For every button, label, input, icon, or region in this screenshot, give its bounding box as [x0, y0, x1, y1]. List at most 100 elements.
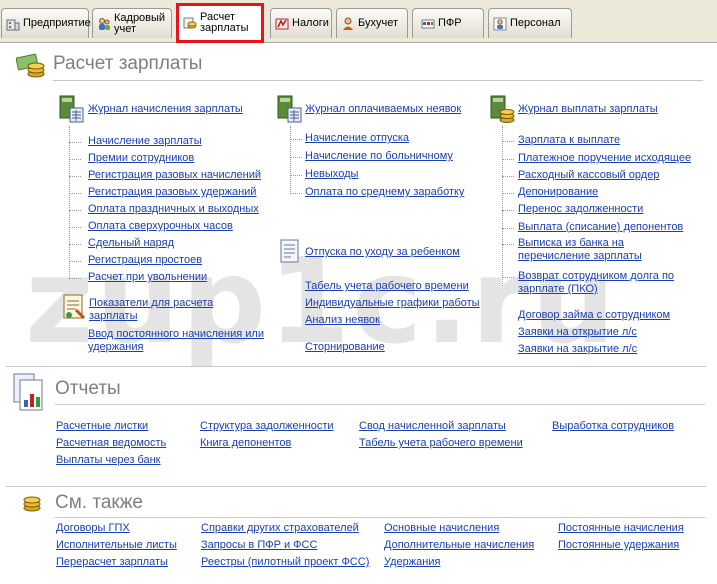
- see-also-link[interactable]: Основные начисления: [384, 522, 499, 535]
- tree-connector: [290, 193, 302, 194]
- tree-connector: [69, 176, 81, 177]
- payroll-section-heading: Расчет зарплаты: [53, 53, 203, 74]
- payment-item-link[interactable]: Зарплата к выплате: [518, 134, 620, 147]
- absence-item-link[interactable]: Невыходы: [305, 168, 358, 181]
- tree-connector: [502, 126, 503, 286]
- tree-connector: [290, 126, 291, 192]
- accrual-item-link[interactable]: Оплата праздничных и выходных: [88, 203, 259, 216]
- accrual-item-link[interactable]: Регистрация простоев: [88, 254, 202, 267]
- tab-enterprise[interactable]: Предприятие: [1, 8, 91, 38]
- tab-hr[interactable]: Кадровый учет: [92, 8, 172, 38]
- timesheet-item-link[interactable]: Табель учета рабочего времени: [305, 280, 469, 293]
- accountant-icon: [343, 17, 353, 30]
- pfr-icon: [421, 19, 435, 28]
- report-link[interactable]: Расчетная ведомость: [56, 437, 166, 450]
- section-tab-bar: Предприятие Кадровый учет Расчет зарплат…: [0, 0, 717, 43]
- tab-accounting[interactable]: Бухучет: [336, 8, 408, 38]
- accrual-item-link[interactable]: Премии сотрудников: [88, 152, 194, 165]
- tree-connector: [69, 193, 81, 194]
- report-link[interactable]: Структура задолженности: [200, 420, 334, 433]
- payment-item-link[interactable]: Выписка из банка на перечисление зарплат…: [518, 237, 698, 263]
- money-coins-icon: [16, 53, 45, 78]
- tree-connector: [69, 159, 81, 160]
- tree-connector: [69, 210, 81, 211]
- reports-divider: [55, 404, 705, 405]
- reports-top-divider: [6, 366, 706, 367]
- absence-item-link[interactable]: Начисление по больничному: [305, 150, 453, 163]
- tree-connector: [69, 278, 81, 279]
- see-also-section-heading: См. также: [55, 492, 143, 513]
- coins-icon: [183, 17, 197, 29]
- tab-taxes[interactable]: Налоги: [270, 8, 332, 38]
- report-link[interactable]: Свод начисленной зарплаты: [359, 420, 506, 433]
- personnel-icon: [493, 17, 507, 30]
- accrual-item-link[interactable]: Сдельный наряд: [88, 237, 174, 250]
- timesheet-item-link[interactable]: Анализ неявок: [305, 314, 380, 327]
- tree-connector: [69, 227, 81, 228]
- see-also-link[interactable]: Постоянные удержания: [558, 539, 679, 552]
- tree-connector: [502, 210, 514, 211]
- payment-item-link[interactable]: Выплата (списание) депонентов: [518, 221, 683, 234]
- absence-item-link[interactable]: Начисление отпуска: [305, 132, 409, 145]
- see-also-link[interactable]: Перерасчет зарплаты: [56, 556, 168, 569]
- storno-link[interactable]: Сторнирование: [305, 341, 385, 354]
- tree-connector: [290, 157, 302, 158]
- tree-connector: [502, 277, 514, 278]
- tree-connector: [290, 139, 302, 140]
- tree-connector: [69, 142, 81, 143]
- tree-connector: [502, 228, 514, 229]
- tree-connector: [502, 141, 514, 142]
- see-also-top-divider: [6, 486, 706, 487]
- reports-icon: [13, 373, 43, 411]
- accrual-item-link[interactable]: Начисление зарплаты: [88, 135, 202, 148]
- tree-connector: [69, 261, 81, 262]
- timesheet-item-link[interactable]: Индивидуальные графики работы: [305, 297, 480, 310]
- tab-pfr[interactable]: ПФР: [412, 8, 484, 38]
- payment-item-link[interactable]: Платежное поручение исходящее: [518, 152, 691, 165]
- report-link[interactable]: Табель учета рабочего времени: [359, 437, 523, 450]
- accrual-item-link[interactable]: Регистрация разовых удержаний: [88, 186, 256, 199]
- accrual-item-link[interactable]: Регистрация разовых начислений: [88, 169, 261, 182]
- payment-item-link[interactable]: Перенос задолженности: [518, 203, 643, 216]
- tree-connector: [502, 159, 514, 160]
- see-also-link[interactable]: Реестры (пилотный проект ФСС): [201, 556, 369, 569]
- salary-payment-journal-link[interactable]: Журнал выплаты зарплаты: [518, 103, 658, 116]
- tree-connector: [290, 175, 302, 176]
- report-link[interactable]: Книга депонентов: [200, 437, 291, 450]
- see-also-link[interactable]: Удержания: [384, 556, 440, 569]
- see-also-link[interactable]: Исполнительные листы: [56, 539, 177, 552]
- payroll-accrual-journal-link[interactable]: Журнал начисления зарплаты: [88, 103, 243, 116]
- indicators-document-icon: [63, 294, 86, 320]
- tree-connector: [69, 244, 81, 245]
- payment-item-link[interactable]: Расходный кассовый ордер: [518, 169, 659, 182]
- accrual-item-link[interactable]: Оплата сверхурочных часов: [88, 220, 233, 233]
- payment-item-link[interactable]: Депонирование: [518, 186, 598, 199]
- childcare-leave-link[interactable]: Отпуска по уходу за ребенком: [305, 246, 460, 259]
- loan-item-link[interactable]: Договор займа с сотрудником: [518, 309, 670, 322]
- tree-connector: [69, 126, 70, 278]
- paid-absences-journal-link[interactable]: Журнал оплачиваемых неявок: [305, 103, 461, 116]
- tree-connector: [502, 176, 514, 177]
- report-link[interactable]: Выработка сотрудников: [552, 420, 674, 433]
- absence-item-link[interactable]: Оплата по среднему заработку: [305, 186, 464, 199]
- see-also-divider: [55, 517, 705, 518]
- report-link[interactable]: Выплаты через банк: [56, 454, 161, 467]
- loan-item-link[interactable]: Заявки на открытие л/с: [518, 326, 637, 339]
- reports-section-heading: Отчеты: [55, 378, 121, 399]
- loan-item-link[interactable]: Заявки на закрытие л/с: [518, 343, 637, 356]
- report-link[interactable]: Расчетные листки: [56, 420, 148, 433]
- payroll-indicators-link[interactable]: Показатели для расчета зарплаты: [89, 297, 239, 323]
- see-also-link[interactable]: Запросы в ПФР и ФСС: [201, 539, 317, 552]
- see-also-link[interactable]: Справки других страхователей: [201, 522, 359, 535]
- tab-personnel[interactable]: Персонал: [488, 8, 572, 38]
- see-also-link[interactable]: Дополнительные начисления: [384, 539, 534, 552]
- payment-item-link[interactable]: Возврат сотрудником долга по зарплате (П…: [518, 270, 698, 296]
- permanent-accrual-entry-link[interactable]: Ввод постоянного начисления или удержани…: [88, 328, 273, 354]
- see-also-link[interactable]: Постоянные начисления: [558, 522, 684, 535]
- accrual-item-link[interactable]: Расчет при увольнении: [88, 271, 207, 284]
- childcare-document-icon: [280, 239, 299, 263]
- see-also-link[interactable]: Договоры ГПХ: [56, 522, 130, 535]
- tax-icon: [275, 18, 289, 29]
- tree-connector: [502, 244, 514, 245]
- tab-payroll[interactable]: Расчет зарплаты: [176, 3, 264, 43]
